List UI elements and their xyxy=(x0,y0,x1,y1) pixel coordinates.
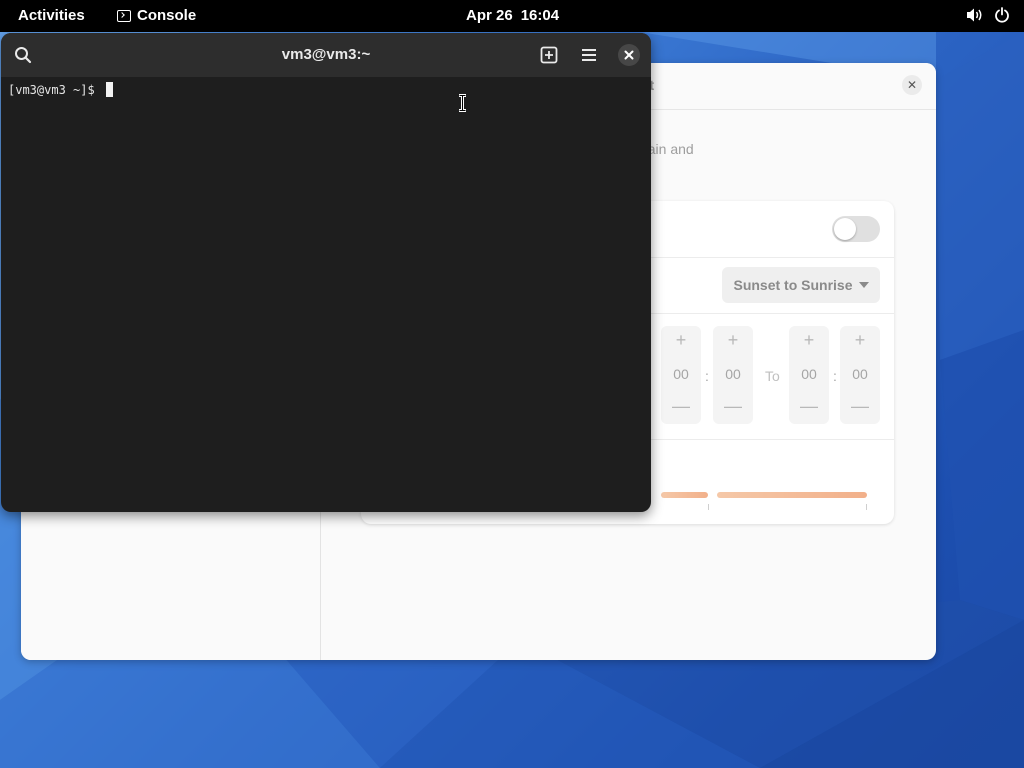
minus-icon[interactable]: — xyxy=(661,396,701,417)
to-minutes-value: 00 xyxy=(852,366,868,382)
minus-icon[interactable]: — xyxy=(840,396,880,417)
minus-icon[interactable]: — xyxy=(789,396,829,417)
from-hours-spinner[interactable]: + 00 — xyxy=(661,326,701,424)
app-menu-label: Console xyxy=(137,7,197,24)
terminal-icon xyxy=(117,9,131,22)
mouse-ibeam-cursor-icon xyxy=(459,94,466,112)
minus-icon[interactable]: — xyxy=(713,396,753,417)
top-bar: Activities Console Apr 26 16:04 xyxy=(0,0,1024,32)
slider-tick xyxy=(866,504,867,510)
terminal-cursor xyxy=(105,82,113,97)
power-icon xyxy=(995,7,1009,23)
plus-icon[interactable]: + xyxy=(840,330,880,351)
temperature-slider-track-left[interactable] xyxy=(661,492,708,498)
clock-time: 16:04 xyxy=(520,7,560,24)
from-minutes-spinner[interactable]: + 00 — xyxy=(713,326,753,424)
slider-tick xyxy=(708,504,709,510)
close-icon xyxy=(624,50,634,60)
settings-close-button[interactable]: ✕ xyxy=(902,75,922,95)
console-headerbar: vm3@vm3:~ xyxy=(1,33,651,77)
clock-date: Apr 26 xyxy=(466,7,513,24)
time-colon: : xyxy=(705,368,709,384)
new-tab-icon[interactable] xyxy=(539,45,559,65)
schedule-dropdown-value: Sunset to Sunrise xyxy=(733,277,853,293)
night-light-toggle[interactable] xyxy=(832,216,880,242)
temperature-slider-track-right[interactable] xyxy=(717,492,867,498)
to-hours-spinner[interactable]: + 00 — xyxy=(789,326,829,424)
toggle-knob xyxy=(834,218,856,240)
from-hours-value: 00 xyxy=(673,366,689,382)
clock-button[interactable]: Apr 26 16:04 xyxy=(466,7,559,24)
hamburger-menu-icon[interactable] xyxy=(579,45,599,65)
dropdown-caret-icon xyxy=(858,282,869,288)
to-label: To xyxy=(765,368,780,384)
console-close-button[interactable] xyxy=(618,44,640,66)
system-menu-button[interactable] xyxy=(966,7,1010,23)
app-menu-button[interactable]: Console xyxy=(117,7,196,24)
terminal-output[interactable]: [vm3@vm3 ~]$ xyxy=(8,82,113,97)
console-window: vm3@vm3:~ [vm3@vm3 ~]$ xyxy=(1,33,651,512)
time-colon: : xyxy=(833,368,837,384)
plus-icon[interactable]: + xyxy=(789,330,829,351)
plus-icon[interactable]: + xyxy=(661,330,701,351)
volume-icon xyxy=(967,8,982,22)
to-minutes-spinner[interactable]: + 00 — xyxy=(840,326,880,424)
schedule-dropdown[interactable]: Sunset to Sunrise xyxy=(722,267,880,303)
from-minutes-value: 00 xyxy=(725,366,741,382)
shell-prompt: [vm3@vm3 ~]$ xyxy=(8,83,102,97)
plus-icon[interactable]: + xyxy=(713,330,753,351)
activities-button[interactable]: Activities xyxy=(18,7,85,24)
to-hours-value: 00 xyxy=(801,366,817,382)
